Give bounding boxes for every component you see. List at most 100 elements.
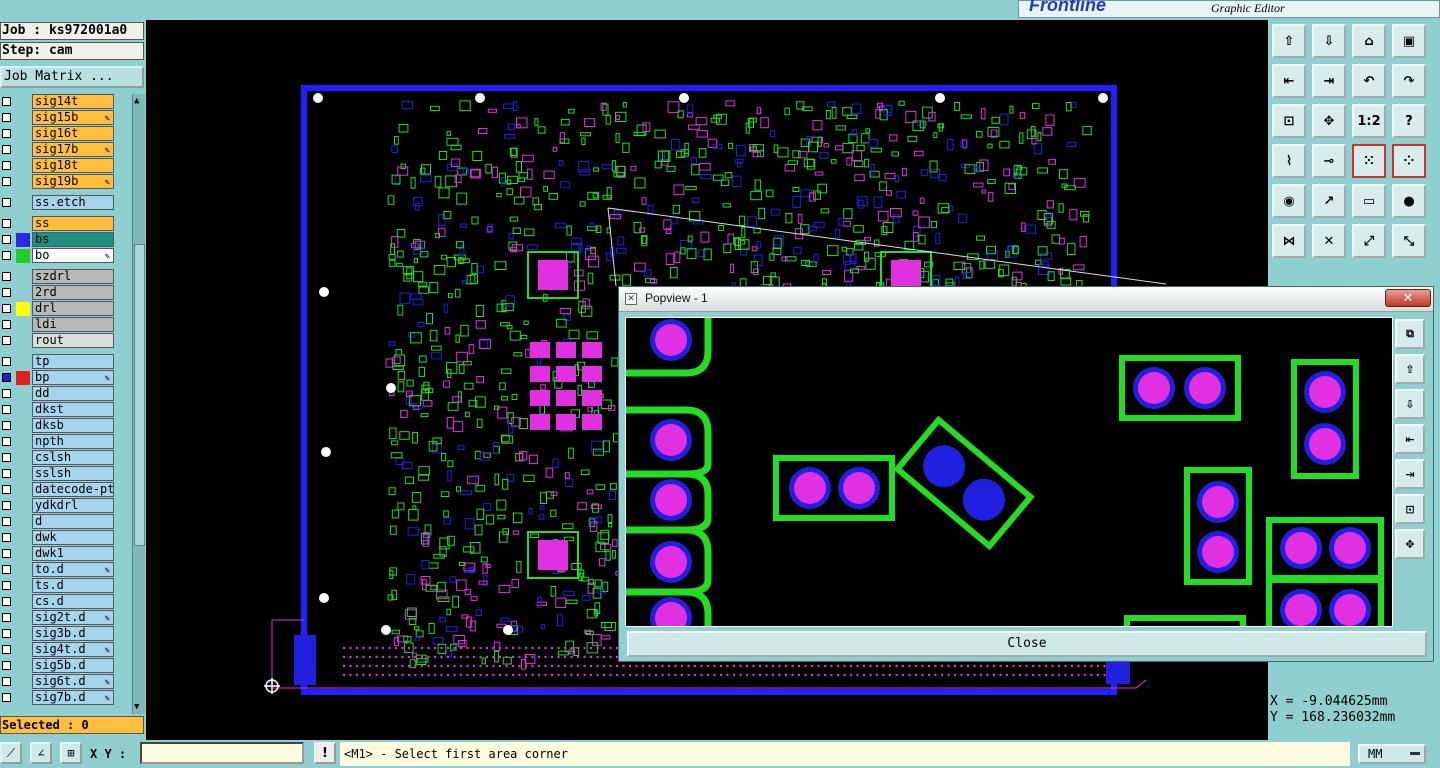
layer-name[interactable]: sig2t.d ✎ [32,610,114,625]
layer-name[interactable]: dwk [32,530,114,545]
layer-row[interactable]: cslsh [0,450,116,465]
xy-input[interactable] [140,742,304,764]
layer-name[interactable]: to.d ✎ [32,562,114,577]
layer-row[interactable]: sig2t.d ✎ [0,610,116,625]
layer-row[interactable]: bo ✎ [0,248,116,263]
popview-canvas[interactable] [625,317,1393,627]
layer-row[interactable]: sig14t [0,94,116,109]
layer-name[interactable]: tp [32,354,114,369]
layer-name[interactable]: sig16t [32,126,114,141]
layer-name[interactable]: bs [32,232,114,247]
layer-checkbox[interactable] [2,235,11,244]
layer-row[interactable]: tp [0,354,116,369]
layer-checkbox[interactable] [2,485,11,494]
layer-row[interactable]: sig16t [0,126,116,141]
layer-checkbox[interactable] [2,251,11,260]
layer-checkbox[interactable] [2,565,11,574]
net2-icon[interactable]: ⁘ [1392,144,1426,178]
layer-row[interactable]: ydkdrl [0,498,116,513]
layer-checkbox[interactable] [2,336,11,345]
layer-name[interactable]: bp ✎ [32,370,114,385]
layer-row[interactable]: szdrl [0,269,116,284]
zoom-home-icon[interactable]: ⇧ [1395,354,1425,384]
layer-color-swatch[interactable] [16,302,30,316]
cross-icon[interactable]: ✕ [1312,224,1346,258]
layer-row[interactable]: sig18t [0,158,116,173]
layer-row[interactable]: 2rd [0,285,116,300]
layer-row[interactable]: d [0,514,116,529]
close-button[interactable]: Close [627,631,1427,657]
layer-name[interactable]: drl [32,301,114,316]
layer-row[interactable]: sig7b.d ✎ [0,690,116,705]
layer-name[interactable]: sig3b.d [32,626,114,641]
layer-row[interactable]: sig5b.d [0,658,116,673]
layer-row[interactable]: datecode-ptc [0,482,116,497]
layer-name[interactable]: sig18t [32,158,114,173]
layer-row[interactable]: sig19b ✎ [0,174,116,189]
layer-row[interactable]: dd [0,386,116,401]
layer-name[interactable]: bo ✎ [32,248,114,263]
layer-checkbox[interactable] [2,421,11,430]
layer-name[interactable]: cslsh [32,450,114,465]
layer-list-scrollbar[interactable]: ▲ ▼ [132,94,145,714]
fit-icon[interactable]: ⊡ [1395,494,1425,524]
layer-checkbox[interactable] [2,693,11,702]
move-icon[interactable]: ↗ [1312,184,1346,218]
layer-name[interactable]: sig14t [32,94,114,109]
layer-row[interactable]: cs.d [0,594,116,609]
layer-checkbox[interactable] [2,533,11,542]
layer-row[interactable]: ss [0,216,116,231]
scroll-thumb[interactable] [134,244,145,546]
layer-row[interactable]: sig15b ✎ [0,110,116,125]
layer-checkbox[interactable] [2,357,11,366]
connect-icon[interactable]: ⋈ [1272,224,1306,258]
layer-name[interactable]: dd [32,386,114,401]
help-icon[interactable]: ? [1392,104,1426,138]
layer-checkbox[interactable] [2,320,11,329]
layer-row[interactable]: drl [0,301,116,316]
layer-name[interactable]: dksb [32,418,114,433]
link2-icon[interactable]: ⤡ [1392,224,1426,258]
layer-name[interactable]: sslsh [32,466,114,481]
zoom-in-icon[interactable]: ⇤ [1395,424,1425,454]
layer-checkbox[interactable] [2,145,11,154]
probe-icon[interactable]: ⊸ [1312,144,1346,178]
layer-name[interactable]: sig7b.d ✎ [32,690,114,705]
layer-checkbox[interactable] [2,288,11,297]
layer-checkbox[interactable] [2,97,11,106]
layer-name[interactable]: ss [32,216,114,231]
layer-name[interactable]: sig5b.d [32,658,114,673]
line-tool-icon[interactable]: ⟋ [0,742,22,764]
layer-row[interactable]: sig17b ✎ [0,142,116,157]
layer-name[interactable]: ss.etch [32,195,114,210]
popview-titlebar[interactable]: ✕ Popview - 1 ✕ [619,287,1433,312]
up-level-icon[interactable]: ⇧ [1272,24,1306,58]
pan-left-icon[interactable]: ⇤ [1272,64,1306,98]
layer-name[interactable]: sig17b ✎ [32,142,114,157]
layer-checkbox[interactable] [2,677,11,686]
layer-row[interactable]: ss.etch [0,195,116,210]
center-icon[interactable]: ✥ [1312,104,1346,138]
layer-row[interactable]: npth [0,434,116,449]
pan-icon[interactable]: ✥ [1395,529,1425,559]
undo-icon[interactable]: ↶ [1352,64,1386,98]
layer-name[interactable]: ydkdrl [32,498,114,513]
layer-checkbox[interactable] [2,129,11,138]
layer-checkbox[interactable] [2,581,11,590]
select-icon[interactable]: ◉ [1272,184,1306,218]
redo-icon[interactable]: ↷ [1392,64,1426,98]
layer-checkbox[interactable] [2,469,11,478]
job-matrix-button[interactable]: Job Matrix ... [0,66,144,88]
ruler-icon[interactable]: ▭ [1352,184,1386,218]
layer-row[interactable]: sig3b.d [0,626,116,641]
layer-checkbox[interactable] [2,113,11,122]
layer-checkbox[interactable] [2,373,11,382]
layer-name[interactable]: 2rd [32,285,114,300]
layer-checkbox[interactable] [2,645,11,654]
close-window-button[interactable]: ✕ [1385,289,1431,307]
layer-row[interactable]: dkst [0,402,116,417]
layer-row[interactable]: bp ✎ [0,370,116,385]
layer-checkbox[interactable] [2,613,11,622]
layer-name[interactable]: d [32,514,114,529]
layer-row[interactable]: ldi [0,317,116,332]
